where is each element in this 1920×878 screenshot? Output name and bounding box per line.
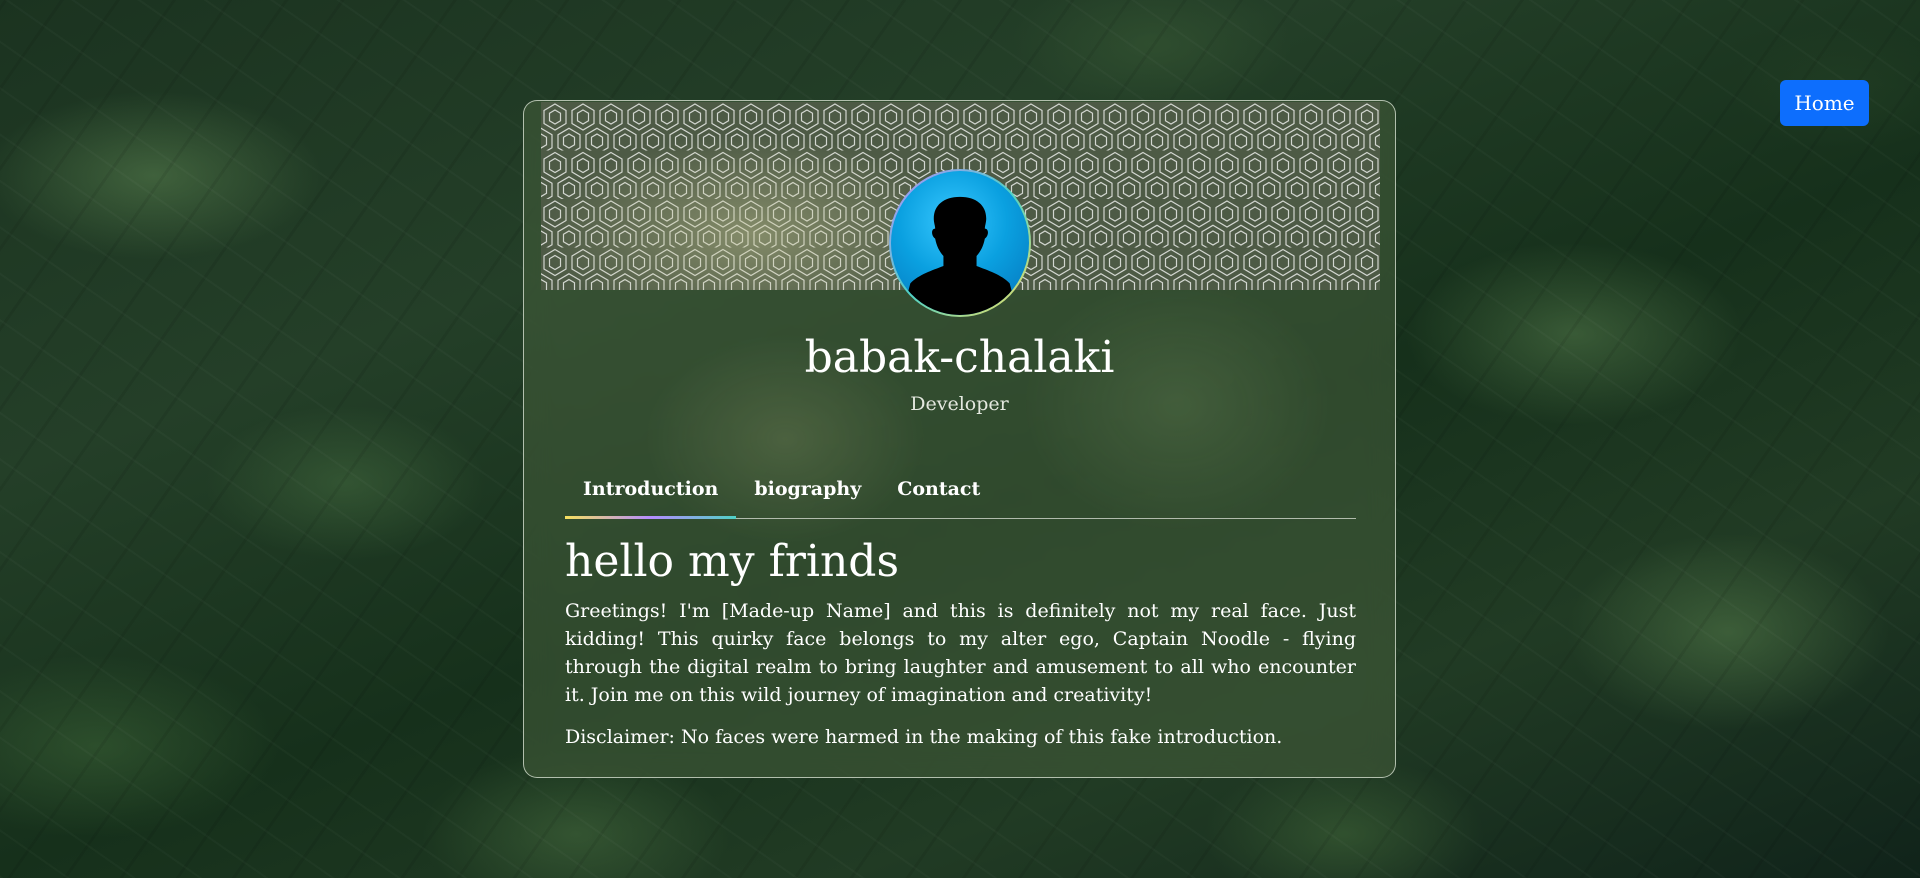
home-button[interactable]: Home: [1780, 80, 1869, 126]
intro-paragraph: Greetings! I'm [Made-up Name] and this i…: [565, 600, 1356, 706]
tab-introduction[interactable]: Introduction: [565, 469, 737, 519]
profile-role: Developer: [910, 393, 1009, 415]
avatar: [889, 169, 1031, 317]
intro-heading: hello my frinds: [565, 536, 900, 587]
tab-contact[interactable]: Contact: [879, 469, 998, 517]
profile-card: babak-chalaki Developer Introduction bio…: [523, 100, 1396, 778]
intro-disclaimer: Disclaimer: No faces were harmed in the …: [565, 726, 1283, 748]
profile-name: babak-chalaki: [804, 332, 1115, 383]
tab-bar: Introduction biography Contact: [565, 469, 1356, 519]
person-silhouette-icon: [891, 171, 1029, 315]
tab-biography[interactable]: biography: [736, 469, 879, 517]
